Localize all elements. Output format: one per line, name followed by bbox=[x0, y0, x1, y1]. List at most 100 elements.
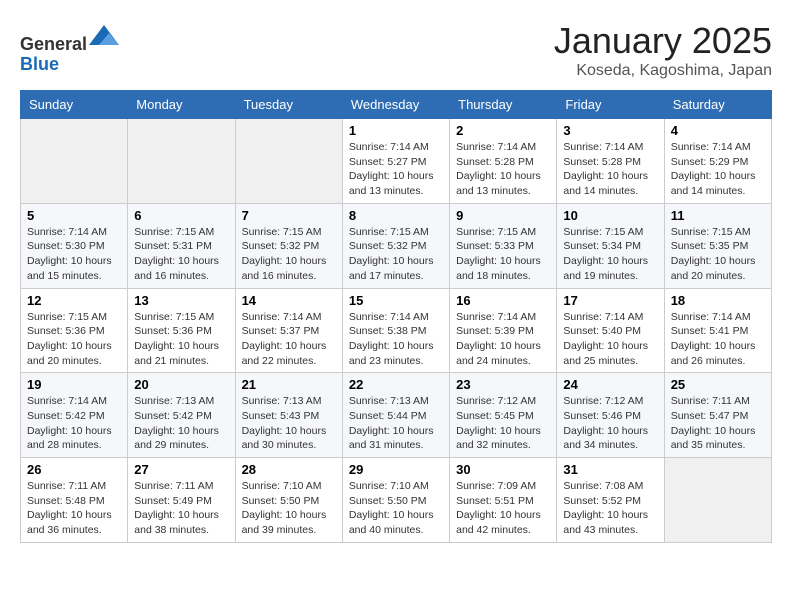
calendar-cell: 28 Sunrise: 7:10 AMSunset: 5:50 PMDayligh… bbox=[235, 458, 342, 543]
weekday-header-monday: Monday bbox=[128, 91, 235, 119]
day-number: 30 bbox=[456, 462, 550, 477]
day-info: Sunrise: 7:15 AMSunset: 5:32 PMDaylight:… bbox=[242, 225, 336, 284]
day-number: 12 bbox=[27, 293, 121, 308]
day-info: Sunrise: 7:12 AMSunset: 5:45 PMDaylight:… bbox=[456, 394, 550, 453]
day-info: Sunrise: 7:08 AMSunset: 5:52 PMDaylight:… bbox=[563, 479, 657, 538]
day-info: Sunrise: 7:13 AMSunset: 5:44 PMDaylight:… bbox=[349, 394, 443, 453]
calendar-cell: 3 Sunrise: 7:14 AMSunset: 5:28 PMDaylight… bbox=[557, 119, 664, 204]
day-info: Sunrise: 7:15 AMSunset: 5:32 PMDaylight:… bbox=[349, 225, 443, 284]
logo-blue: Blue bbox=[20, 54, 59, 74]
day-info: Sunrise: 7:14 AMSunset: 5:30 PMDaylight:… bbox=[27, 225, 121, 284]
day-number: 14 bbox=[242, 293, 336, 308]
calendar-cell: 4 Sunrise: 7:14 AMSunset: 5:29 PMDaylight… bbox=[664, 119, 771, 204]
day-info: Sunrise: 7:15 AMSunset: 5:33 PMDaylight:… bbox=[456, 225, 550, 284]
calendar-cell: 30 Sunrise: 7:09 AMSunset: 5:51 PMDayligh… bbox=[450, 458, 557, 543]
day-number: 26 bbox=[27, 462, 121, 477]
calendar-cell: 18 Sunrise: 7:14 AMSunset: 5:41 PMDayligh… bbox=[664, 288, 771, 373]
day-info: Sunrise: 7:14 AMSunset: 5:40 PMDaylight:… bbox=[563, 310, 657, 369]
calendar-cell: 23 Sunrise: 7:12 AMSunset: 5:45 PMDayligh… bbox=[450, 373, 557, 458]
day-number: 4 bbox=[671, 123, 765, 138]
calendar-cell: 19 Sunrise: 7:14 AMSunset: 5:42 PMDayligh… bbox=[21, 373, 128, 458]
day-info: Sunrise: 7:15 AMSunset: 5:34 PMDaylight:… bbox=[563, 225, 657, 284]
day-number: 20 bbox=[134, 377, 228, 392]
day-info: Sunrise: 7:15 AMSunset: 5:35 PMDaylight:… bbox=[671, 225, 765, 284]
calendar-cell: 1 Sunrise: 7:14 AMSunset: 5:27 PMDaylight… bbox=[342, 119, 449, 204]
weekday-header-friday: Friday bbox=[557, 91, 664, 119]
day-number: 6 bbox=[134, 208, 228, 223]
calendar-cell: 27Sunrise: 7:11 AMSunset: 5:49 PMDayligh… bbox=[128, 458, 235, 543]
calendar-cell: 17 Sunrise: 7:14 AMSunset: 5:40 PMDayligh… bbox=[557, 288, 664, 373]
day-info: Sunrise: 7:14 AMSunset: 5:42 PMDaylight:… bbox=[27, 394, 121, 453]
day-number: 21 bbox=[242, 377, 336, 392]
day-number: 10 bbox=[563, 208, 657, 223]
day-number: 2 bbox=[456, 123, 550, 138]
calendar-cell: 20 Sunrise: 7:13 AMSunset: 5:42 PMDayligh… bbox=[128, 373, 235, 458]
weekday-header-wednesday: Wednesday bbox=[342, 91, 449, 119]
day-number: 22 bbox=[349, 377, 443, 392]
calendar-cell: 12 Sunrise: 7:15 AMSunset: 5:36 PMDayligh… bbox=[21, 288, 128, 373]
day-number: 3 bbox=[563, 123, 657, 138]
day-info: Sunrise: 7:14 AMSunset: 5:27 PMDaylight:… bbox=[349, 140, 443, 199]
day-info: Sunrise: 7:14 AMSunset: 5:41 PMDaylight:… bbox=[671, 310, 765, 369]
day-number: 19 bbox=[27, 377, 121, 392]
logo-general: General bbox=[20, 34, 87, 54]
calendar-cell: 7 Sunrise: 7:15 AMSunset: 5:32 PMDaylight… bbox=[235, 203, 342, 288]
weekday-header-thursday: Thursday bbox=[450, 91, 557, 119]
day-info: Sunrise: 7:14 AMSunset: 5:28 PMDaylight:… bbox=[456, 140, 550, 199]
calendar-cell: 22 Sunrise: 7:13 AMSunset: 5:44 PMDayligh… bbox=[342, 373, 449, 458]
day-info: Sunrise: 7:15 AMSunset: 5:31 PMDaylight:… bbox=[134, 225, 228, 284]
calendar-cell: 29Sunrise: 7:10 AMSunset: 5:50 PMDayligh… bbox=[342, 458, 449, 543]
day-info: Sunrise: 7:13 AMSunset: 5:42 PMDaylight:… bbox=[134, 394, 228, 453]
day-number: 29 bbox=[349, 462, 443, 477]
day-number: 16 bbox=[456, 293, 550, 308]
day-info: Sunrise: 7:10 AMSunset: 5:50 PMDaylight:… bbox=[242, 479, 336, 538]
calendar-cell: 21 Sunrise: 7:13 AMSunset: 5:43 PMDayligh… bbox=[235, 373, 342, 458]
weekday-header-sunday: Sunday bbox=[21, 91, 128, 119]
calendar-cell: 25 Sunrise: 7:11 AMSunset: 5:47 PMDayligh… bbox=[664, 373, 771, 458]
day-info: Sunrise: 7:11 AMSunset: 5:47 PMDaylight:… bbox=[671, 394, 765, 453]
day-number: 13 bbox=[134, 293, 228, 308]
calendar-cell: 15Sunrise: 7:14 AMSunset: 5:38 PMDayligh… bbox=[342, 288, 449, 373]
calendar-table: SundayMondayTuesdayWednesdayThursdayFrid… bbox=[20, 90, 772, 543]
day-info: Sunrise: 7:15 AMSunset: 5:36 PMDaylight:… bbox=[134, 310, 228, 369]
day-info: Sunrise: 7:15 AMSunset: 5:36 PMDaylight:… bbox=[27, 310, 121, 369]
day-number: 8 bbox=[349, 208, 443, 223]
calendar-cell bbox=[21, 119, 128, 204]
calendar-cell: 2 Sunrise: 7:14 AMSunset: 5:28 PMDaylight… bbox=[450, 119, 557, 204]
calendar-cell bbox=[128, 119, 235, 204]
day-number: 25 bbox=[671, 377, 765, 392]
day-info: Sunrise: 7:14 AMSunset: 5:37 PMDaylight:… bbox=[242, 310, 336, 369]
calendar-cell: 5 Sunrise: 7:14 AMSunset: 5:30 PMDaylight… bbox=[21, 203, 128, 288]
calendar-cell bbox=[235, 119, 342, 204]
day-number: 1 bbox=[349, 123, 443, 138]
day-number: 18 bbox=[671, 293, 765, 308]
day-number: 27 bbox=[134, 462, 228, 477]
day-number: 23 bbox=[456, 377, 550, 392]
logo-icon bbox=[89, 20, 119, 50]
logo: General Blue bbox=[20, 20, 119, 75]
calendar-cell: 9 Sunrise: 7:15 AMSunset: 5:33 PMDaylight… bbox=[450, 203, 557, 288]
calendar-cell: 14 Sunrise: 7:14 AMSunset: 5:37 PMDayligh… bbox=[235, 288, 342, 373]
day-info: Sunrise: 7:12 AMSunset: 5:46 PMDaylight:… bbox=[563, 394, 657, 453]
day-number: 11 bbox=[671, 208, 765, 223]
day-number: 24 bbox=[563, 377, 657, 392]
calendar-cell: 8 Sunrise: 7:15 AMSunset: 5:32 PMDaylight… bbox=[342, 203, 449, 288]
calendar-cell bbox=[664, 458, 771, 543]
day-info: Sunrise: 7:13 AMSunset: 5:43 PMDaylight:… bbox=[242, 394, 336, 453]
calendar-cell: 24 Sunrise: 7:12 AMSunset: 5:46 PMDayligh… bbox=[557, 373, 664, 458]
day-number: 7 bbox=[242, 208, 336, 223]
day-number: 28 bbox=[242, 462, 336, 477]
day-number: 17 bbox=[563, 293, 657, 308]
day-number: 9 bbox=[456, 208, 550, 223]
day-info: Sunrise: 7:14 AMSunset: 5:28 PMDaylight:… bbox=[563, 140, 657, 199]
weekday-header-saturday: Saturday bbox=[664, 91, 771, 119]
day-info: Sunrise: 7:14 AMSunset: 5:39 PMDaylight:… bbox=[456, 310, 550, 369]
day-info: Sunrise: 7:11 AMSunset: 5:48 PMDaylight:… bbox=[27, 479, 121, 538]
day-number: 15 bbox=[349, 293, 443, 308]
calendar-cell: 31Sunrise: 7:08 AMSunset: 5:52 PMDayligh… bbox=[557, 458, 664, 543]
day-number: 5 bbox=[27, 208, 121, 223]
day-info: Sunrise: 7:14 AMSunset: 5:29 PMDaylight:… bbox=[671, 140, 765, 199]
calendar-cell: 13 Sunrise: 7:15 AMSunset: 5:36 PMDayligh… bbox=[128, 288, 235, 373]
calendar-title: January 2025 bbox=[554, 20, 772, 62]
day-info: Sunrise: 7:09 AMSunset: 5:51 PMDaylight:… bbox=[456, 479, 550, 538]
